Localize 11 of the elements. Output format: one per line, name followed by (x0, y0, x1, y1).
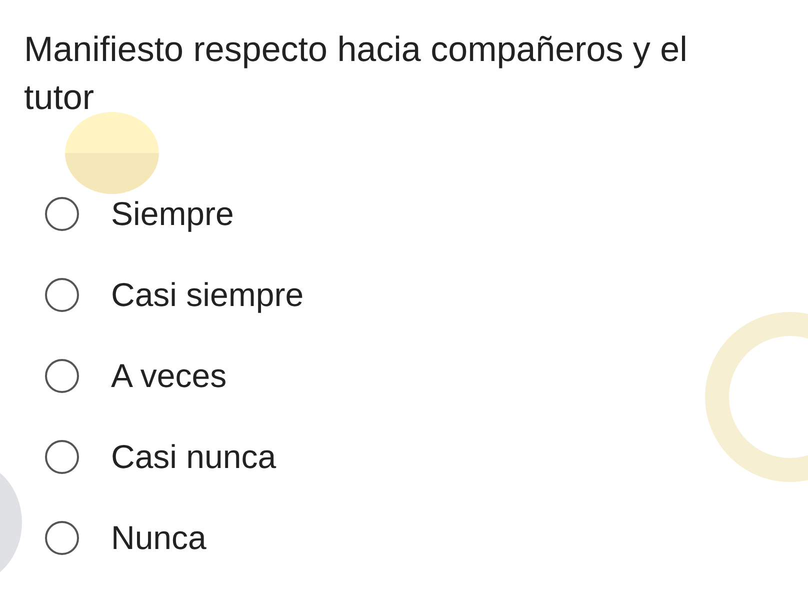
radio-button[interactable] (45, 440, 79, 474)
radio-button[interactable] (45, 520, 79, 554)
option-label[interactable]: Casi siempre (111, 273, 304, 316)
radio-button[interactable] (45, 358, 79, 392)
radio-button[interactable] (45, 278, 79, 312)
radio-button[interactable] (45, 196, 79, 230)
option-label[interactable]: Nunca (111, 516, 206, 559)
option-label[interactable]: Casi nunca (111, 435, 276, 478)
question-title: Manifiesto respecto hacia compañeros y el tutor (23, 29, 688, 119)
option-label[interactable]: A veces (111, 354, 227, 397)
option-label[interactable]: Siempre (111, 192, 234, 235)
